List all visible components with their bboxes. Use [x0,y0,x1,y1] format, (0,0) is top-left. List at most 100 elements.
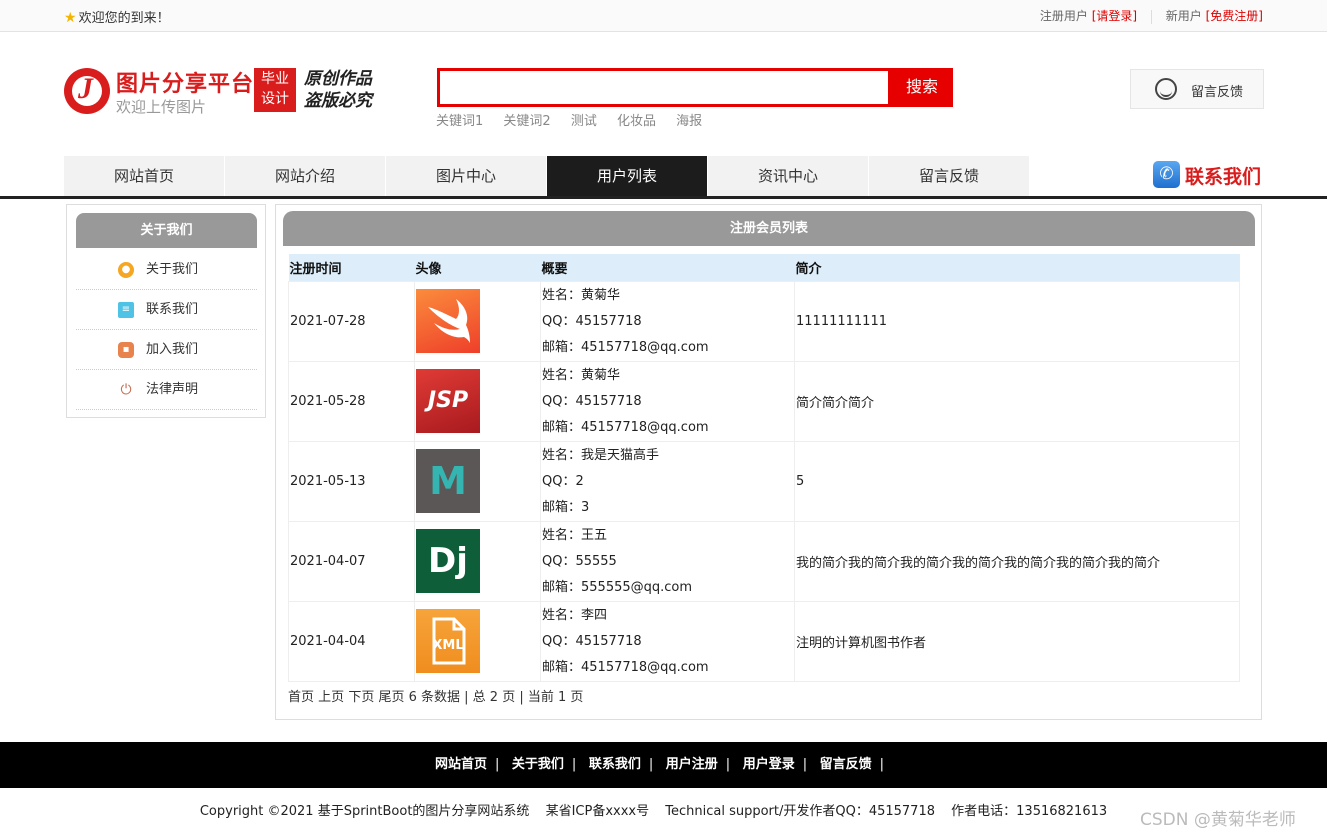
slogan-line2: 盗版必究 [304,91,372,111]
member-email: 邮箱：3 [542,499,590,515]
support-text: Technical support/开发作者QQ：45157718 [665,804,936,819]
power-icon: ⏻ [120,382,132,398]
footer-link-about[interactable]: 关于我们 [512,757,564,772]
footer-link-register[interactable]: 用户注册 [666,757,718,772]
slogan-line1: 原创作品 [304,69,372,89]
slogan: 原创作品 盗版必究 [304,68,384,112]
search-bar: 搜索 [437,68,953,107]
copyright-text: Copyright ©2021 基于SprintBoot的图片分享网站系统 [199,804,530,819]
cell-date: 2021-04-04 [288,600,415,682]
sidebar-item-label: 联系我们 [146,302,199,317]
member-name: 姓名：李四 [542,607,608,623]
keyword-link[interactable]: 测试 [571,114,597,129]
avatar-text: Dj [428,541,468,581]
info-icon: ● [118,262,134,278]
sidebar-item-about[interactable]: ● 关于我们 [76,250,257,290]
footer-separator: | [571,757,577,772]
graduation-badge: 毕业 设计 [254,68,296,112]
xml-file-logo-avatar[interactable]: XML [416,609,480,673]
nav-images[interactable]: 图片中心 [386,156,546,196]
footer-link-login[interactable]: 用户登录 [743,757,795,772]
footer-separator: | [494,757,500,772]
cell-avatar: M [414,440,541,522]
table-row: 2021-04-04 XML 姓名：李四 QQ：45157718 邮箱：4515… [288,600,1240,682]
site-logo[interactable]: J 图片分享平台 欢迎上传图片 毕业 设计 原创作品 盗版必究 [64,66,384,116]
welcome-text: 欢迎您的到来！ [78,11,170,26]
login-link[interactable]: [请登录] [1092,9,1137,23]
logo-subtitle: 欢迎上传图片 [116,98,207,116]
cell-avatar: XML [414,600,541,682]
member-qq: QQ：55555 [542,553,617,569]
pager-first[interactable]: 首页 [288,690,314,705]
lock-icon: ▪ [118,342,134,358]
django-logo-avatar[interactable]: Dj [416,529,480,593]
pager-prev[interactable]: 上页 [318,690,344,705]
sidebar-item-join[interactable]: ▪ 加入我们 [76,330,257,370]
member-name: 姓名：黄菊华 [542,287,621,303]
cell-avatar [414,280,541,362]
keyword-link[interactable]: 关键词2 [503,114,550,129]
badge-line2: 设计 [261,91,289,107]
cell-summary: 姓名：李四 QQ：45157718 邮箱：45157718@qq.com [540,600,795,682]
nav-about-site[interactable]: 网站介绍 [225,156,385,196]
logo-title: 图片分享平台 [116,72,255,97]
keyword-link[interactable]: 化妆品 [617,114,656,129]
member-name: 姓名：我是天猫高手 [542,447,660,463]
member-qq: QQ：45157718 [542,313,642,329]
sidebar-item-label: 法律声明 [146,382,199,397]
hot-keywords: 关键词1 关键词2 测试 化妆品 海报 [436,110,718,129]
swift-logo-avatar[interactable] [416,289,480,353]
nav-news[interactable]: 资讯中心 [708,156,868,196]
table-row: 2021-07-28 姓名：黄菊华 QQ：45157718 邮箱：4515771… [288,280,1240,362]
pager-summary: 6 条数据 | 总 2 页 | 当前 1 页 [408,690,584,705]
member-qq: QQ：45157718 [542,633,642,649]
column-header-avatar: 头像 [414,254,541,281]
table-row: 2021-05-13 M 姓名：我是天猫高手 QQ：2 邮箱：3 5 [288,440,1240,522]
member-email: 邮箱：555555@qq.com [542,579,693,595]
member-email: 邮箱：45157718@qq.com [542,339,709,355]
divider [1150,9,1152,24]
member-name: 姓名：王五 [542,527,608,543]
feedback-button[interactable]: 留言反馈 [1130,69,1264,109]
customer-service-icon [1155,78,1177,100]
m-logo-avatar[interactable]: M [416,449,480,513]
member-qq: QQ：45157718 [542,393,642,409]
feedback-label: 留言反馈 [1191,85,1244,100]
keyword-link[interactable]: 海报 [676,114,702,129]
contact-us-label: 联系我们 [1185,166,1262,188]
keyword-link[interactable]: 关键词1 [436,114,483,129]
footer-separator: | [725,757,731,772]
phone-text: 作者电话：13516821613 [951,804,1108,819]
logo-icon: J [64,68,110,114]
cell-summary: 姓名：我是天猫高手 QQ：2 邮箱：3 [540,440,795,522]
footer-link-feedback[interactable]: 留言反馈 [820,757,872,772]
member-qq: QQ：2 [542,473,584,489]
search-input[interactable] [437,68,891,107]
badge-line1: 毕业 [261,71,289,87]
member-name: 姓名：黄菊华 [542,367,621,383]
copyright-bar: Copyright ©2021 基于SprintBoot的图片分享网站系统 某省… [0,800,1327,819]
sidebar-list: ● 关于我们 ≡ 联系我们 ▪ 加入我们 ⏻ 法律声明 [76,250,257,410]
nav-home[interactable]: 网站首页 [64,156,224,196]
footer-separator: | [879,757,885,772]
free-register-link[interactable]: [免费注册] [1206,9,1263,23]
cell-intro: 5 [794,440,1240,522]
jsp-logo-avatar[interactable]: JSP [416,369,480,433]
sidebar-item-contact[interactable]: ≡ 联系我们 [76,290,257,330]
swift-bird-icon [428,299,470,343]
main-nav: 网站首页 网站介绍 图片中心 用户列表 资讯中心 留言反馈 [64,156,1030,196]
nav-user-list[interactable]: 用户列表 [547,156,707,196]
search-button[interactable]: 搜索 [891,68,953,107]
pager-next[interactable]: 下页 [348,690,374,705]
cell-avatar: JSP [414,360,541,442]
footer-link-contact[interactable]: 联系我们 [589,757,641,772]
cell-intro: 注明的计算机图书作者 [794,600,1240,682]
pager-last[interactable]: 尾页 [378,690,404,705]
footer-link-home[interactable]: 网站首页 [435,757,487,772]
footer-separator: | [648,757,654,772]
new-user-label: 新用户 [1165,9,1202,23]
pagination: 首页 上页 下页 尾页 6 条数据 | 总 2 页 | 当前 1 页 [288,686,583,705]
sidebar-item-legal[interactable]: ⏻ 法律声明 [76,370,257,410]
nav-feedback[interactable]: 留言反馈 [869,156,1029,196]
cell-date: 2021-04-07 [288,520,415,602]
